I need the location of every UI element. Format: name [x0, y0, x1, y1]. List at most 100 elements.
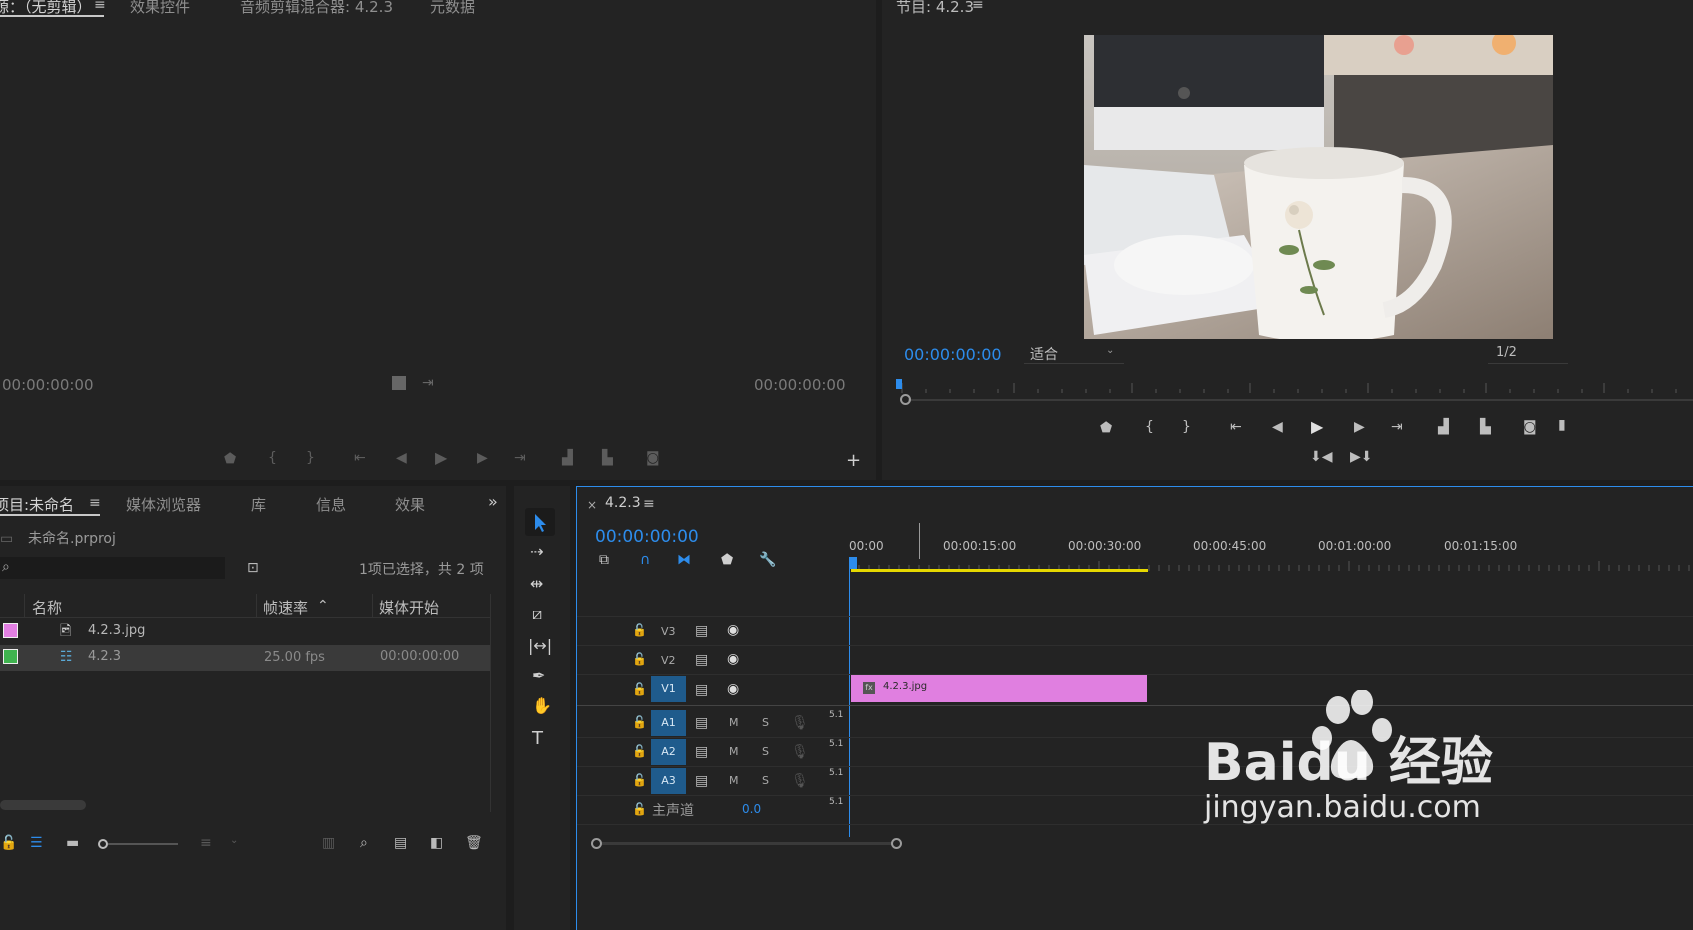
source-timecode-left[interactable]: 00:00:00:00 [2, 376, 94, 394]
new-bin-icon[interactable]: ▤ [394, 836, 407, 850]
timeline-timecode[interactable]: 00:00:00:00 [595, 527, 699, 547]
step-forward-icon[interactable]: ▶ [1354, 420, 1365, 434]
program-ruler[interactable] [896, 378, 1693, 393]
lock-icon[interactable]: 🔓 [632, 745, 647, 757]
linked-selection-icon[interactable]: ⧓ [677, 553, 691, 567]
lock-icon[interactable]: 🔓 [0, 836, 17, 850]
chevron-down-icon[interactable]: ⌄ [230, 836, 238, 846]
insert-icon[interactable]: ⬇◀ [1310, 450, 1333, 464]
lock-icon[interactable]: 🔓 [632, 653, 647, 665]
track-header-a2[interactable]: 🔓 A2 ▤ M S 🎙 5.1 [577, 738, 849, 766]
program-title[interactable]: 节目: 4.2.3 [896, 0, 974, 17]
video-clip[interactable]: fx 4.2.3.jpg [851, 675, 1147, 702]
zoom-left-handle[interactable] [591, 838, 602, 849]
master-track-header[interactable]: 🔓 主声道 0.0 5.1 [577, 796, 849, 824]
selection-tool-icon[interactable] [525, 508, 555, 536]
drop-frame-icon[interactable] [392, 376, 406, 390]
mark-out-icon[interactable]: } [1182, 420, 1191, 434]
marker-icon[interactable]: ⬟ [224, 452, 236, 466]
close-tab-icon[interactable]: × [587, 499, 597, 511]
microphone-icon[interactable]: 🎙 [791, 774, 809, 788]
solo-button[interactable]: S [762, 775, 769, 786]
camera-icon[interactable]: ◙ [1523, 420, 1537, 434]
lock-icon[interactable]: 🔓 [632, 803, 647, 815]
lock-icon[interactable]: 🔓 [632, 683, 647, 695]
solo-button[interactable]: S [762, 717, 769, 728]
list-item[interactable]: 🖻 4.2.3.jpg [0, 619, 490, 645]
add-marker-icon[interactable]: ⬟ [721, 553, 733, 567]
panel-menu-icon[interactable]: ≡ [89, 496, 101, 510]
more-tabs-icon[interactable]: » [488, 494, 498, 510]
play-icon[interactable]: ▶ [1311, 419, 1323, 435]
go-to-out-icon[interactable]: ⇥ [514, 451, 526, 465]
column-media-start[interactable]: 媒体开始 [379, 597, 439, 618]
mark-out-icon[interactable]: } [306, 451, 315, 465]
insert-icon[interactable]: ▟ [562, 451, 573, 465]
new-item-icon[interactable]: ◧ [430, 836, 443, 850]
master-volume[interactable]: 0.0 [742, 802, 761, 816]
hand-tool-icon[interactable]: ✋ [532, 698, 552, 714]
resolution-dropdown[interactable]: 1/2 [1488, 344, 1568, 364]
horizontal-scrollbar[interactable] [0, 800, 86, 810]
lift-icon[interactable]: ▟ [1438, 420, 1449, 434]
label-color-swatch[interactable] [3, 623, 18, 638]
settings-wrench-icon[interactable]: 🔧 [759, 553, 776, 567]
razor-tool-icon[interactable]: ⧄ [532, 606, 542, 622]
toggle-sync-lock-icon[interactable]: ▤ [695, 745, 708, 759]
sort-icon[interactable]: ≡ [200, 836, 212, 850]
microphone-icon[interactable]: 🎙 [791, 716, 809, 730]
pen-tool-icon[interactable]: ✒ [532, 668, 545, 684]
lock-icon[interactable]: 🔓 [632, 624, 647, 636]
nest-icon[interactable]: ⧉ [599, 553, 609, 567]
toggle-sync-lock-icon[interactable]: ▤ [695, 683, 708, 697]
zoom-handle[interactable] [900, 394, 911, 405]
toggle-sync-lock-icon[interactable]: ▤ [695, 774, 708, 788]
insert-arrow-icon[interactable]: ⇥ [422, 376, 434, 390]
list-item[interactable]: ☷ 4.2.3 25.00 fps 00:00:00:00 [0, 645, 490, 671]
fit-dropdown[interactable]: 适合 ⌄ [1024, 344, 1124, 364]
zoom-slider-handle[interactable] [98, 839, 108, 849]
timeline-zoom-scrollbar[interactable] [591, 837, 902, 851]
zoom-right-handle[interactable] [891, 838, 902, 849]
program-monitor-frame[interactable] [1084, 35, 1553, 339]
program-timecode[interactable]: 00:00:00:00 [904, 345, 1002, 364]
mute-button[interactable]: M [729, 746, 739, 757]
play-icon[interactable]: ▶ [435, 450, 447, 466]
source-timecode-right[interactable]: 00:00:00:00 [754, 376, 846, 394]
track-header-v2[interactable]: 🔓 V2 ▤ ◉ [577, 646, 849, 674]
panel-menu-icon[interactable]: ≡ [972, 0, 984, 12]
tab-metadata[interactable]: 元数据 [430, 0, 475, 17]
overwrite-icon[interactable]: ▙ [602, 451, 613, 465]
playhead[interactable] [849, 557, 857, 569]
tab-info[interactable]: 信息 [316, 494, 346, 515]
type-tool-icon[interactable]: T [532, 730, 543, 748]
track-label[interactable]: A2 [651, 739, 686, 765]
trash-icon[interactable]: 🗑 [465, 836, 483, 850]
tab-audio-clip-mixer[interactable]: 音频剪辑混合器: 4.2.3 [240, 0, 393, 17]
step-back-icon[interactable]: ◀ [1272, 420, 1283, 434]
zoom-slider[interactable] [98, 838, 178, 850]
track-label[interactable]: V1 [651, 676, 686, 702]
mark-in-icon[interactable]: { [1145, 420, 1154, 434]
extract-icon[interactable]: ▙ [1480, 420, 1491, 434]
go-to-in-icon[interactable]: ⇤ [1230, 420, 1242, 434]
mute-button[interactable]: M [729, 717, 739, 728]
search-input[interactable]: ⌕ [0, 557, 225, 579]
eye-icon[interactable]: ◉ [727, 652, 739, 666]
tab-effects[interactable]: 效果 [395, 494, 425, 515]
track-label[interactable]: A1 [651, 710, 686, 736]
slip-tool-icon[interactable]: |↔| [528, 638, 552, 654]
sort-up-icon[interactable]: ⌃ [317, 599, 329, 613]
tab-media-browser[interactable]: 媒体浏览器 [126, 494, 201, 515]
track-select-tool-icon[interactable]: ⇢ [530, 544, 543, 560]
label-color-swatch[interactable] [3, 649, 18, 664]
panel-menu-icon[interactable]: ≡ [643, 497, 655, 511]
go-to-out-icon[interactable]: ⇥ [1391, 420, 1403, 434]
program-zoom-bar[interactable] [900, 393, 1693, 407]
lock-icon[interactable]: 🔓 [632, 774, 647, 786]
eye-icon[interactable]: ◉ [727, 623, 739, 637]
snap-magnet-icon[interactable]: ∩ [640, 553, 650, 567]
microphone-icon[interactable]: 🎙 [791, 745, 809, 759]
icon-view-icon[interactable]: ▬ [66, 836, 79, 850]
column-fps[interactable]: 帧速率 [263, 597, 308, 618]
